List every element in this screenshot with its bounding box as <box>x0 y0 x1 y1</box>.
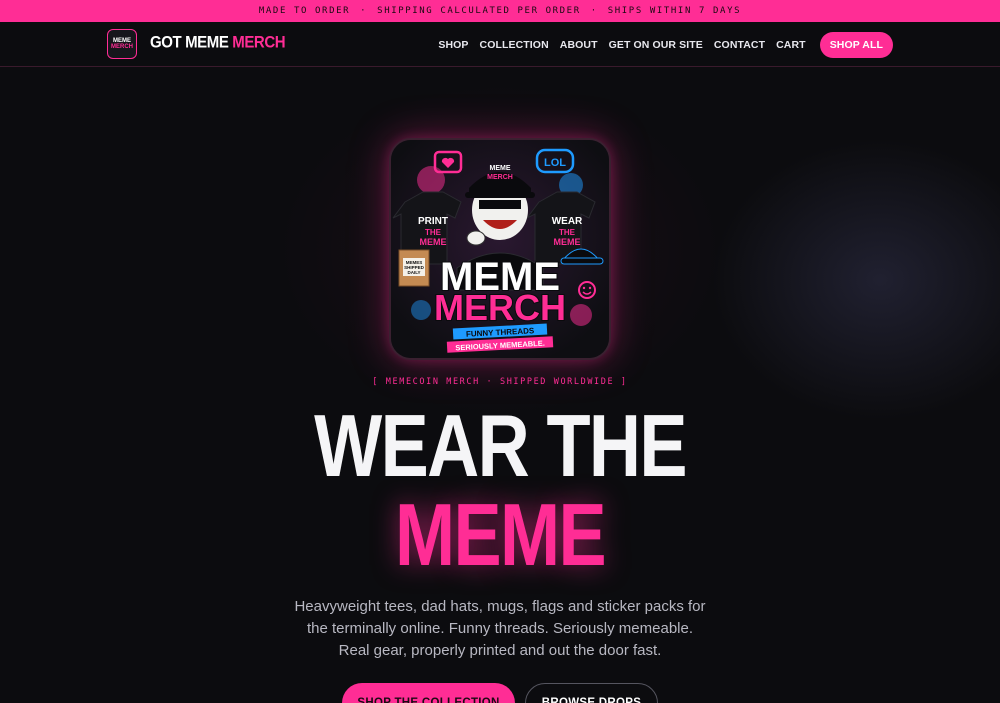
nav-link-cart[interactable]: CART <box>776 39 806 51</box>
announcement-item: SHIPPING CALCULATED PER ORDER <box>377 6 581 16</box>
brand-name-part1: GOT MEME <box>150 33 233 52</box>
nav-link-shop[interactable]: SHOP <box>438 39 468 51</box>
browse-drops-button[interactable]: BROWSE DROPS <box>525 683 658 703</box>
announcement-separator: · <box>590 6 598 16</box>
shirt-right-line2: THE <box>559 228 576 237</box>
site-header: MEME MERCH GOT MEME MERCH SHOP COLLECTIO… <box>0 22 1000 67</box>
hat-text: MEME <box>490 165 511 172</box>
shirt-left-line1: PRINT <box>418 216 448 227</box>
shirt-left-line3: MEME <box>420 237 447 247</box>
brand-name-part2: MERCH <box>232 33 286 52</box>
nav-link-about[interactable]: ABOUT <box>560 39 598 51</box>
hero-headline-line2: MEME <box>90 481 910 589</box>
announcement-item: MADE TO ORDER <box>258 6 351 16</box>
shirt-left-line2: THE <box>425 228 442 237</box>
hero-eyebrow: [ MEMECOIN MERCH · SHIPPED WORLDWIDE ] <box>372 377 628 387</box>
shop-the-collection-button[interactable]: SHOP THE COLLECTION <box>342 683 515 703</box>
paint-splatter <box>570 304 592 326</box>
announcement-bar: MADE TO ORDER · SHIPPING CALCULATED PER … <box>0 0 1000 22</box>
logo[interactable]: MEME MERCH <box>107 29 137 59</box>
box-line3: DAILY <box>407 270 420 275</box>
logo-text-line2: MERCH <box>111 44 133 50</box>
hero-subtitle: Heavyweight tees, dad hats, mugs, flags … <box>294 598 706 659</box>
artwork-title-line2: MERCH <box>434 287 566 328</box>
shirt-right-line3: MEME <box>554 237 581 247</box>
paint-splatter <box>417 166 445 194</box>
shop-all-button[interactable]: SHOP ALL <box>819 31 893 58</box>
nav-link-get-on-our-site[interactable]: GET ON OUR SITE <box>609 39 703 51</box>
shirt-right-line1: WEAR <box>552 216 583 227</box>
lol-bubble-text: LOL <box>544 157 566 169</box>
hero-artwork: LOL PRINT THE MEME WEAR THE MEME MEME ME… <box>389 138 611 360</box>
hero-artwork-illustration: LOL PRINT THE MEME WEAR THE MEME MEME ME… <box>391 140 609 358</box>
paint-splatter <box>411 300 431 320</box>
hat-text: MERCH <box>487 174 513 181</box>
brand-name[interactable]: GOT MEME MERCH <box>150 33 286 52</box>
shipping-box-icon: MEMES SHIPPED DAILY <box>398 249 430 287</box>
announcement-item: SHIPS WITHIN 7 DAYS <box>607 6 742 16</box>
nav-link-contact[interactable]: CONTACT <box>714 39 765 51</box>
headline-text-pink: MEME <box>395 485 607 584</box>
main-nav: SHOP COLLECTION ABOUT GET ON OUR SITE CO… <box>427 31 893 58</box>
nav-link-collection[interactable]: COLLECTION <box>480 39 549 51</box>
announcement-separator: · <box>360 6 368 16</box>
